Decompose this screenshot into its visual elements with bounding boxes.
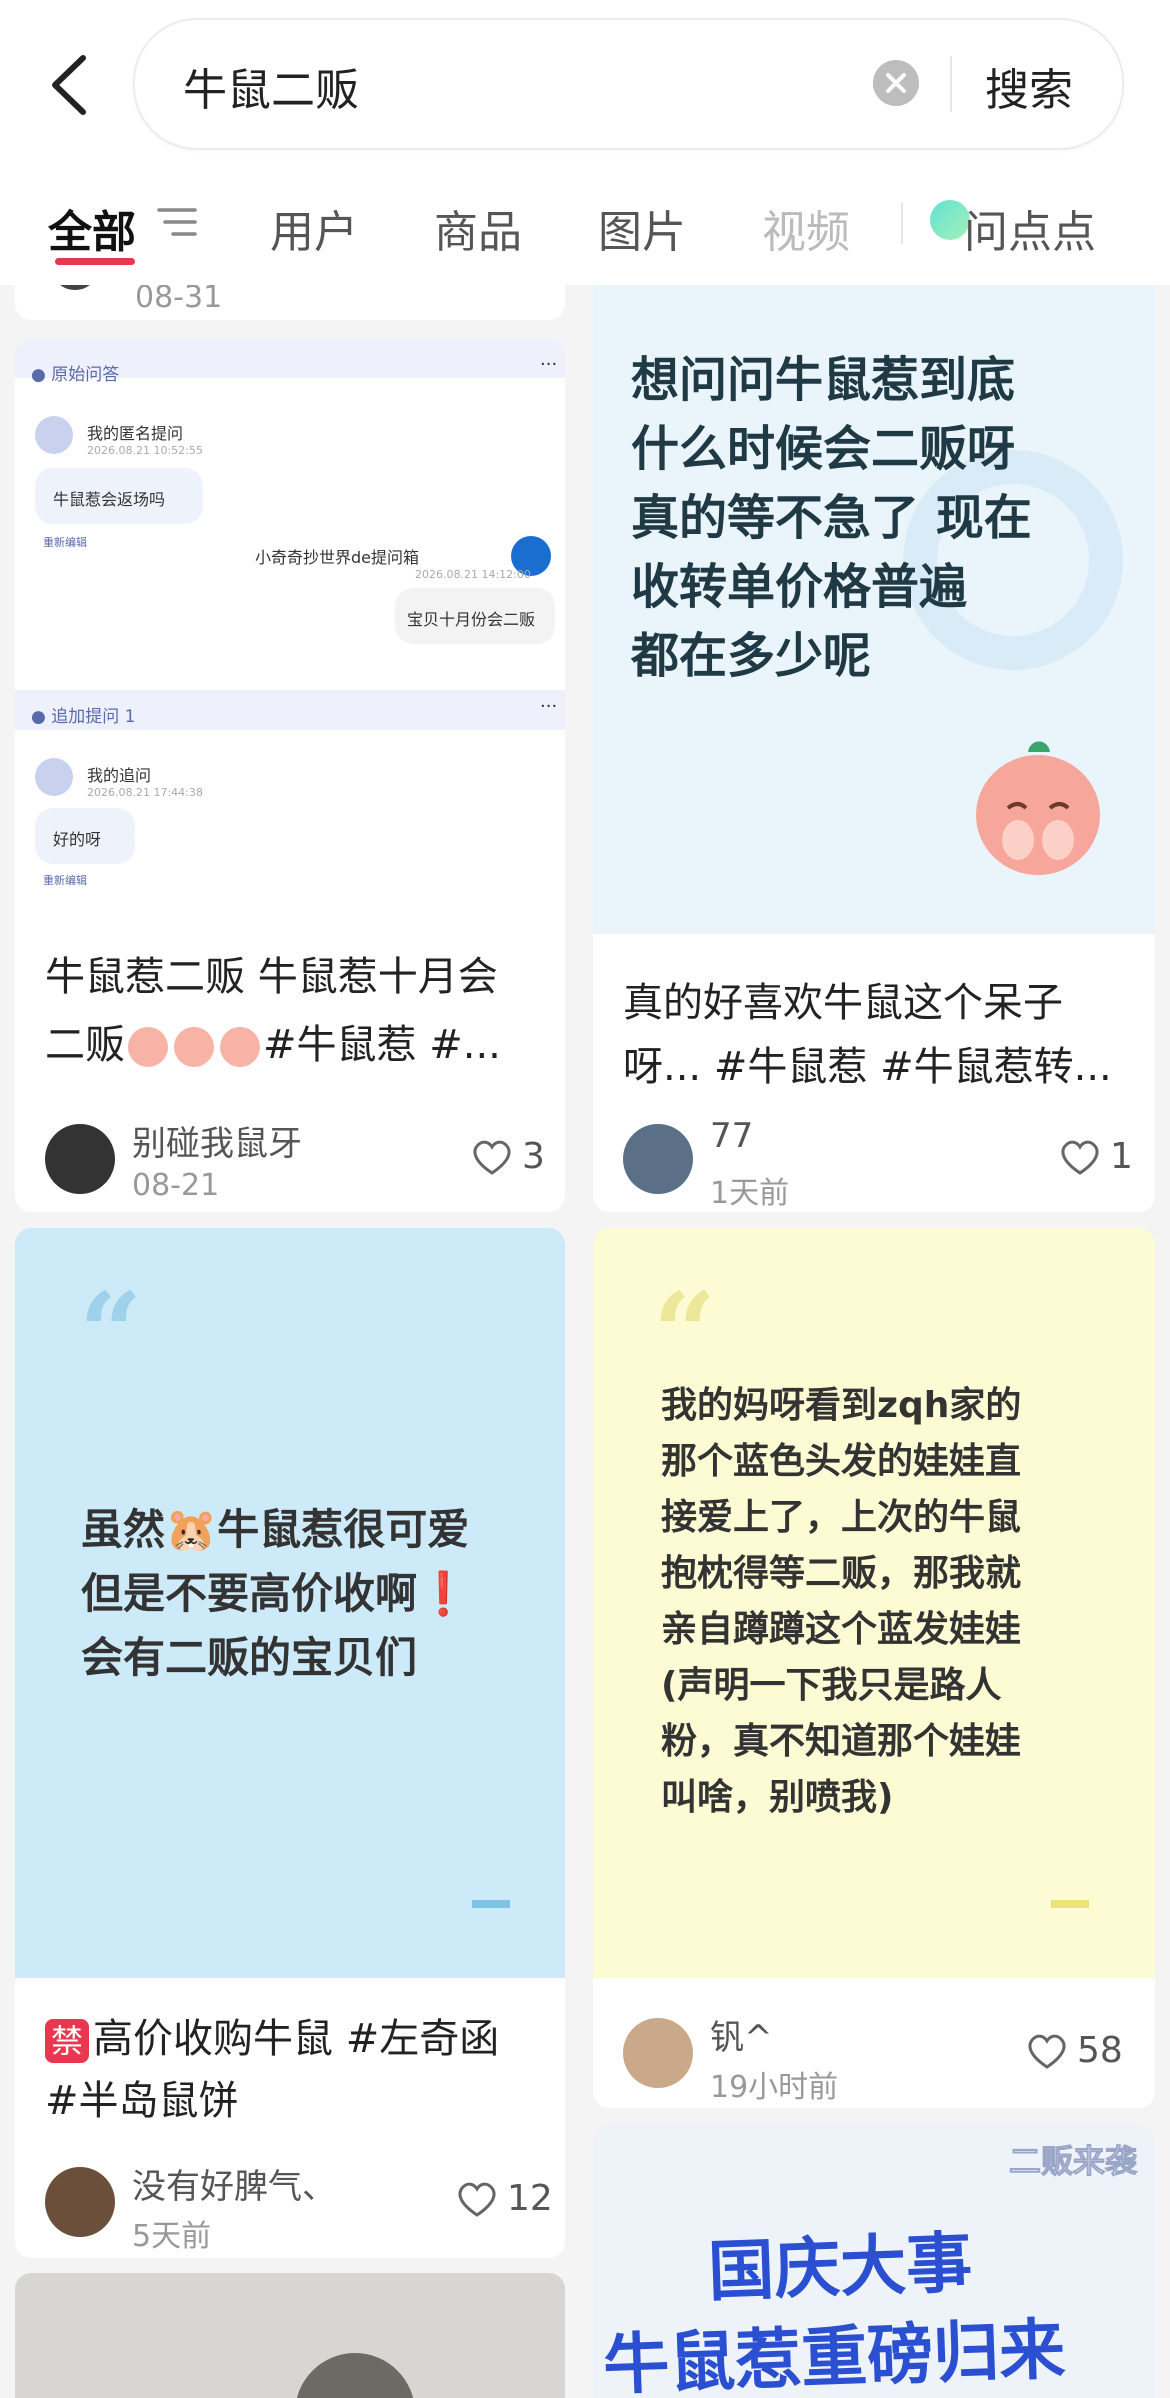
card-caption-line1: 牛鼠惹二贩 牛鼠惹十月会 bbox=[45, 954, 498, 1000]
qa-section-label: ● 追加提问 1 bbox=[31, 707, 136, 727]
tab-underline bbox=[55, 258, 135, 265]
cover-text-line: 粉，真不知道那个娃娃 bbox=[661, 1721, 1022, 1762]
cover-text-line: (声明一下我只是路人 bbox=[661, 1665, 1002, 1706]
cover-text-line: 亲自蹲蹲这个蓝发娃娃 bbox=[661, 1609, 1022, 1650]
post-time: 19小时前 bbox=[710, 2070, 839, 2105]
like-count: 12 bbox=[507, 2178, 553, 2219]
tab-wendiandian[interactable]: 问点点 bbox=[964, 196, 1096, 260]
cover-text-line: 什么时候会二贩呀 bbox=[631, 421, 1016, 477]
divider bbox=[901, 202, 903, 244]
like-button[interactable]: 1 bbox=[1058, 1136, 1133, 1177]
card-time: 08-31 bbox=[135, 280, 223, 315]
cover-text-line: 都在多少呢 bbox=[631, 628, 872, 684]
top-bar: 牛鼠二贩 搜索 全部 用户 商品 图片 视频 问点点 bbox=[0, 0, 1170, 285]
cover-text-line: 虽然🐹牛鼠惹很可爱 bbox=[81, 1505, 470, 1554]
back-arrow-icon[interactable] bbox=[45, 50, 95, 120]
heart-icon bbox=[1061, 1140, 1099, 1175]
card-author[interactable]: 钒^ 19小时前 bbox=[623, 2018, 838, 2105]
qa-screenshot: ● 原始问答 ··· 我的匿名提问 2026.08.21 10:52:55 牛鼠… bbox=[15, 338, 565, 904]
card-author[interactable]: 别碰我鼠牙 08-21 bbox=[45, 1124, 302, 1203]
clear-icon[interactable] bbox=[873, 60, 919, 106]
cover-text-line: 收转单价格普遍 bbox=[631, 559, 968, 615]
avatar bbox=[45, 1124, 115, 1194]
feed-card[interactable]: 想问问牛鼠惹到底 什么时候会二贩呀 真的等不急了 现在 收转单价格普遍 都在多少… bbox=[593, 280, 1155, 1212]
tab-images[interactable]: 图片 bbox=[598, 196, 686, 260]
post-time: 08-21 bbox=[132, 1168, 220, 1203]
qa-section-label: ● 原始问答 bbox=[31, 365, 120, 385]
card-author[interactable]: 没有好脾气、 5天前 bbox=[45, 2167, 336, 2254]
feed-card[interactable]: ● 原始问答 ··· 我的匿名提问 2026.08.21 10:52:55 牛鼠… bbox=[15, 338, 565, 1212]
feed-card[interactable]: 二贩来袭 国庆大事 牛鼠惹重磅归来 bbox=[593, 2124, 1155, 2398]
cover-text-line: 叫啥，别喷我) bbox=[661, 1777, 894, 1818]
post-time: 1天前 bbox=[710, 1176, 790, 1211]
cover-text-line: 会有二贩的宝贝们 bbox=[81, 1633, 418, 1682]
avatar bbox=[35, 758, 73, 796]
author-name: 钒^ bbox=[710, 2018, 773, 2058]
author-name: 别碰我鼠牙 bbox=[132, 1124, 302, 1164]
card-caption-line1: 真的好喜欢牛鼠这个呆子 bbox=[623, 980, 1063, 1026]
avatar bbox=[623, 1124, 693, 1194]
post-time: 5天前 bbox=[132, 2219, 212, 2254]
peach-emoji-icon bbox=[220, 1027, 260, 1067]
cover-text-line: 抱枕得等二贩，那我就 bbox=[661, 1553, 1022, 1594]
tab-all[interactable]: 全部 bbox=[48, 196, 136, 260]
cover-text-line: 但是不要高价收啊❗ bbox=[81, 1569, 470, 1618]
search-box[interactable]: 牛鼠二贩 搜索 bbox=[133, 18, 1124, 150]
avatar bbox=[623, 2018, 693, 2088]
like-button[interactable]: 3 bbox=[470, 1136, 545, 1177]
feed-card[interactable]: “ 我的妈呀看到zqh家的 那个蓝色头发的娃娃直 接爱上了，上次的牛鼠 抱枕得等… bbox=[593, 1228, 1155, 2108]
more-icon: ··· bbox=[540, 696, 558, 717]
author-name: 没有好脾气、 bbox=[132, 2167, 336, 2207]
cover-text-line: 接爱上了，上次的牛鼠 bbox=[661, 1497, 1022, 1538]
corner-label: 二贩来袭 bbox=[1008, 2142, 1137, 2181]
card-author[interactable]: 77 1天前 bbox=[623, 1116, 789, 1211]
banner-headline: 牛鼠惹重磅归来 bbox=[601, 2310, 1067, 2398]
tab-videos[interactable]: 视频 bbox=[762, 196, 850, 260]
peach-emoji-icon bbox=[174, 1027, 214, 1067]
heart-icon bbox=[1028, 2034, 1066, 2069]
tab-users[interactable]: 用户 bbox=[270, 196, 358, 260]
cover-text-line: 我的妈呀看到zqh家的 bbox=[661, 1385, 1022, 1426]
ban-badge: 禁 bbox=[45, 2019, 89, 2063]
like-count: 1 bbox=[1110, 1136, 1133, 1177]
avatar bbox=[45, 2167, 115, 2237]
author-name: 77 bbox=[710, 1116, 754, 1156]
card-cover: “ 虽然🐹牛鼠惹很可爱 但是不要高价收啊❗ 会有二贩的宝贝们 bbox=[15, 1228, 565, 1978]
like-count: 3 bbox=[522, 1136, 545, 1177]
feed-card[interactable] bbox=[15, 2273, 565, 2398]
like-button[interactable]: 58 bbox=[1025, 2030, 1123, 2071]
peach-mascot-icon bbox=[976, 741, 1100, 875]
cover-text-line: 想问问牛鼠惹到底 bbox=[631, 352, 1016, 408]
quote-mark-icon: “ bbox=[79, 1268, 143, 1397]
like-count: 58 bbox=[1077, 2030, 1123, 2071]
cover-text-line: 真的等不急了 现在 bbox=[631, 490, 1032, 546]
more-icon: ··· bbox=[540, 354, 558, 375]
feed-card[interactable]: “ 虽然🐹牛鼠惹很可爱 但是不要高价收啊❗ 会有二贩的宝贝们 禁高价收购牛鼠 #… bbox=[15, 1228, 565, 2258]
card-cover: 想问问牛鼠惹到底 什么时候会二贩呀 真的等不急了 现在 收转单价格普遍 都在多少… bbox=[593, 280, 1155, 934]
search-button[interactable]: 搜索 bbox=[985, 54, 1073, 118]
card-caption-line2: 二贩 #牛鼠惹 #... bbox=[45, 1022, 501, 1068]
heart-icon bbox=[458, 2182, 496, 2217]
card-cover: “ 我的妈呀看到zqh家的 那个蓝色头发的娃娃直 接爱上了，上次的牛鼠 抱枕得等… bbox=[593, 1228, 1155, 1978]
card-cover bbox=[295, 2353, 415, 2398]
card-caption-line2: #半岛鼠饼 bbox=[45, 2078, 239, 2124]
peach-emoji-icon bbox=[128, 1027, 168, 1067]
cover-text-line: 那个蓝色头发的娃娃直 bbox=[661, 1441, 1022, 1482]
filter-icon[interactable] bbox=[157, 206, 197, 238]
divider bbox=[950, 56, 952, 112]
heart-icon bbox=[473, 1140, 511, 1175]
tab-products[interactable]: 商品 bbox=[434, 196, 522, 260]
banner-headline: 国庆大事 bbox=[706, 2224, 974, 2311]
card-caption-line1: 禁高价收购牛鼠 #左奇函 bbox=[45, 2004, 499, 2074]
search-input[interactable]: 牛鼠二贩 bbox=[183, 54, 359, 118]
like-button[interactable]: 12 bbox=[455, 2178, 553, 2219]
avatar bbox=[35, 416, 73, 454]
card-caption-line2: 呀... #牛鼠惹 #牛鼠惹转... bbox=[623, 1044, 1112, 1090]
